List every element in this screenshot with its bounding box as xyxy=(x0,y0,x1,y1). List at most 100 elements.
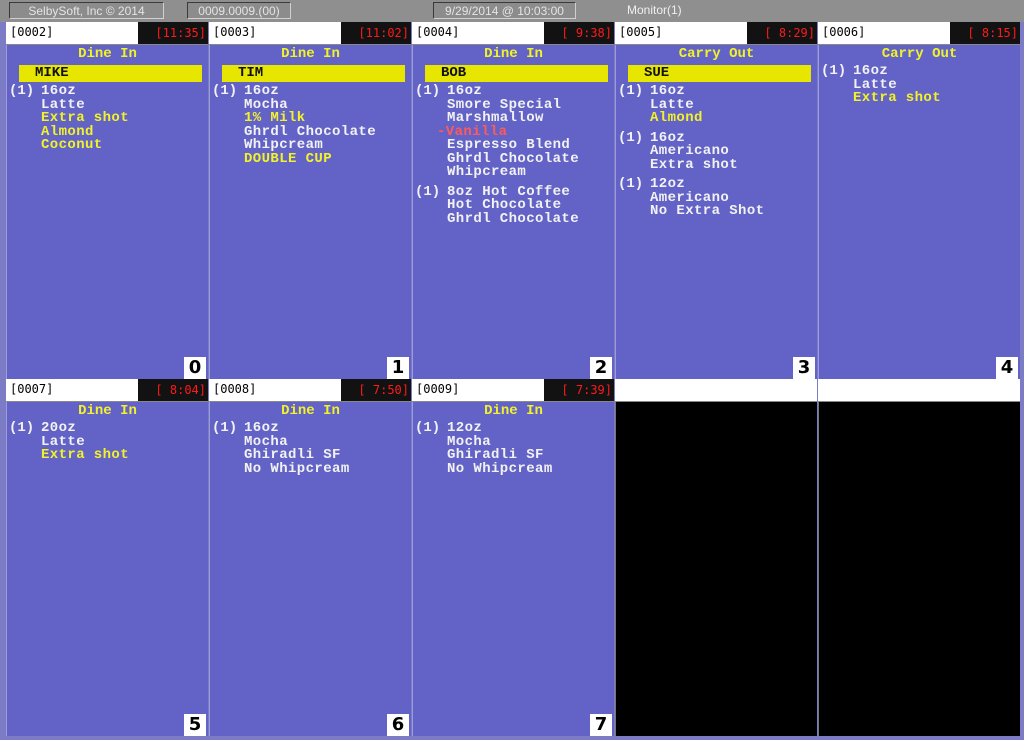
order-item[interactable]: (1) 16oz Mocha 1% Milk Ghrdl Chocolate Whipcr… xyxy=(210,83,411,167)
order-item[interactable]: (1) 20oz Latte Extra shot xyxy=(7,420,208,463)
order-ticket[interactable]: [0008][ 7:50] Dine In (1) 16oz Mocha Ghiradli… xyxy=(209,379,411,736)
item-quantity: (1) xyxy=(618,83,644,99)
customer-name-bar: SUE xyxy=(628,65,811,82)
ticket-body xyxy=(615,402,817,736)
ticket-body: Dine In (1) 20oz Latte Extra shot xyxy=(6,402,208,736)
item-line: 16oz xyxy=(244,83,280,99)
order-item[interactable]: (1) 16oz Latte Extra shot Almond Coconut xyxy=(7,84,208,153)
slot-number: 5 xyxy=(184,714,206,736)
order-type: Dine In xyxy=(484,46,543,62)
order-type: Dine In xyxy=(281,403,340,419)
ticket-body: Carry Out SUE (1) 16oz Latte Almond (1) 16oz Ame… xyxy=(615,45,817,379)
order-counter: 0009.0009.(00) xyxy=(187,2,291,19)
order-item[interactable]: (1) 16oz Mocha Ghiradli SF No Whipcream xyxy=(210,420,411,477)
order-item[interactable]: (1) 8oz Hot Coffee Hot Chocolate Ghrdl Choc… xyxy=(413,183,614,227)
company-label: SelbySoft, Inc © 2014 xyxy=(9,2,164,19)
order-number: [0004] xyxy=(416,25,460,39)
order-item[interactable]: (1) 16oz Latte Almond xyxy=(616,83,817,126)
ticket-body: Dine In (1) 16oz Mocha Ghiradli SF No Whipcre… xyxy=(209,402,411,736)
order-number: [0007] xyxy=(10,382,54,396)
order-type: Carry Out xyxy=(881,46,958,62)
order-number: [0002] xyxy=(10,25,54,39)
item-line: No Whipcream xyxy=(447,460,553,477)
item-modifier: DOUBLE CUP xyxy=(244,150,333,167)
order-ticket[interactable]: [0004] [ 9:38] Dine In BOB (1) 16oz Smore Spec… xyxy=(412,22,614,379)
item-line: 16oz xyxy=(853,63,889,79)
empty-order-slot xyxy=(818,379,1020,736)
item-line: No Whipcream xyxy=(244,460,350,477)
item-line: 20oz xyxy=(41,420,77,436)
ticket-header: [0004] [ 9:38] xyxy=(412,22,614,45)
ticket-header: [0005] [ 8:29] xyxy=(615,22,817,45)
order-item[interactable]: (1) 16oz Latte Extra shot xyxy=(819,63,1020,106)
item-modifier: Extra shot xyxy=(41,447,130,463)
order-number: [0009] xyxy=(416,382,460,396)
order-type: Dine In xyxy=(281,46,340,62)
ticket-header: [0007] [ 8:04] xyxy=(6,379,208,402)
item-list: (1) 16oz Latte Extra shot xyxy=(819,63,1020,106)
item-line: 12oz xyxy=(447,420,483,436)
order-ticket[interactable]: [0002] [11:35] Dine In MIKE (1) 16oz Latte Extr… xyxy=(6,22,208,379)
item-modifier: Almond xyxy=(41,123,94,140)
item-list: (1) 20oz Latte Extra shot xyxy=(7,420,208,463)
datetime-display: 9/29/2014 @ 10:03:00 xyxy=(433,2,576,19)
slot-number: 4 xyxy=(996,357,1018,379)
item-line: Extra shot xyxy=(650,156,739,173)
order-number: [0005] xyxy=(619,25,663,39)
ticket-header: [0009] [ 7:39] xyxy=(412,379,614,402)
item-line: 16oz xyxy=(244,420,280,436)
ticket-body: Dine In MIKE (1) 16oz Latte Extra shot Almond C… xyxy=(6,45,208,379)
item-quantity: (1) xyxy=(9,420,35,436)
item-quantity: (1) xyxy=(415,183,441,200)
item-quantity: (1) xyxy=(415,420,441,436)
ticket-header: [0002] [11:35] xyxy=(6,22,208,45)
item-list: (1) 16oz Mocha Ghiradli SF No Whipcream xyxy=(210,420,411,477)
slot-number: 0 xyxy=(184,357,206,379)
item-list: (1) 16oz Latte Extra shot Almond Coconut xyxy=(7,84,208,153)
order-ticket[interactable]: [0006][ 8:15] Carry Out (1) 16oz Latte Extra … xyxy=(818,22,1020,379)
order-ticket[interactable]: [0007][ 8:04] Dine In (1) 20oz Latte Extra sh… xyxy=(6,379,208,736)
order-item[interactable]: (1) 16oz Americano Extra shot xyxy=(616,129,817,173)
order-type: Dine In xyxy=(78,403,137,419)
item-line: Ghrdl Chocolate xyxy=(447,210,580,227)
item-quantity: (1) xyxy=(212,420,238,436)
order-number: [0008] xyxy=(213,382,257,396)
order-number: [0003] xyxy=(213,25,257,39)
ticket-body: Dine In BOB (1) 16oz Smore Special Marshmallo… xyxy=(412,45,614,379)
order-item[interactable]: (1) 12oz Mocha Ghiradli SF No Whipcream xyxy=(413,420,614,477)
monitor-label: Monitor(1) xyxy=(627,3,682,17)
slot-number: 1 xyxy=(387,357,409,379)
elapsed-timer: [ 9:38] xyxy=(544,22,614,44)
elapsed-timer: [11:35] xyxy=(138,22,208,44)
item-modifier: Extra shot xyxy=(853,90,942,106)
customer-name-bar: MIKE xyxy=(19,65,202,82)
order-type: Carry Out xyxy=(678,46,755,62)
customer-name-bar: TIM xyxy=(222,65,405,82)
order-grid: [0002] [11:35] Dine In MIKE (1) 16oz Latte Extr… xyxy=(6,22,1020,736)
item-line: Mocha xyxy=(244,96,289,113)
item-line: Latte xyxy=(650,96,695,113)
order-number: [0006] xyxy=(822,25,866,39)
item-list: (1) 16oz Smore Special Marshmallow -Vanilla E… xyxy=(413,84,614,227)
item-line: No Extra Shot xyxy=(650,203,765,219)
item-quantity: (1) xyxy=(618,129,644,146)
elapsed-timer: [ 7:50] xyxy=(341,379,411,401)
order-type: Dine In xyxy=(78,46,137,62)
top-status-bar: SelbySoft, Inc © 2014 0009.0009.(00) 9/2… xyxy=(0,0,1024,22)
order-ticket[interactable]: [0003] [11:02] Dine In TIM (1) 16oz Mocha 1% Mi… xyxy=(209,22,411,379)
item-line: Whipcream xyxy=(447,164,527,180)
ticket-body: Carry Out (1) 16oz Latte Extra shot xyxy=(818,45,1020,379)
ticket-body: Dine In (1) 12oz Mocha Ghiradli SF No Whipcre… xyxy=(412,402,614,736)
ticket-header xyxy=(615,379,817,402)
elapsed-timer: [ 7:39] xyxy=(544,379,614,401)
item-list: (1) 16oz Latte Almond (1) 16oz Americano Extra … xyxy=(616,83,817,219)
item-line: 16oz xyxy=(650,83,686,99)
slot-number: 2 xyxy=(590,357,612,379)
order-ticket[interactable]: [0009][ 7:39] Dine In (1) 12oz Mocha Ghiradli… xyxy=(412,379,614,736)
order-item[interactable]: (1) 16oz Smore Special Marshmallow -Vanilla E… xyxy=(413,84,614,180)
order-item[interactable]: (1) 12oz Americano No Extra Shot xyxy=(616,177,817,219)
slot-number: 3 xyxy=(793,357,815,379)
elapsed-timer: [ 8:04] xyxy=(138,379,208,401)
order-ticket[interactable]: [0005][ 8:29] Carry Out SUE (1) 16oz Latte Alm… xyxy=(615,22,817,379)
item-modifier: Coconut xyxy=(41,137,103,153)
